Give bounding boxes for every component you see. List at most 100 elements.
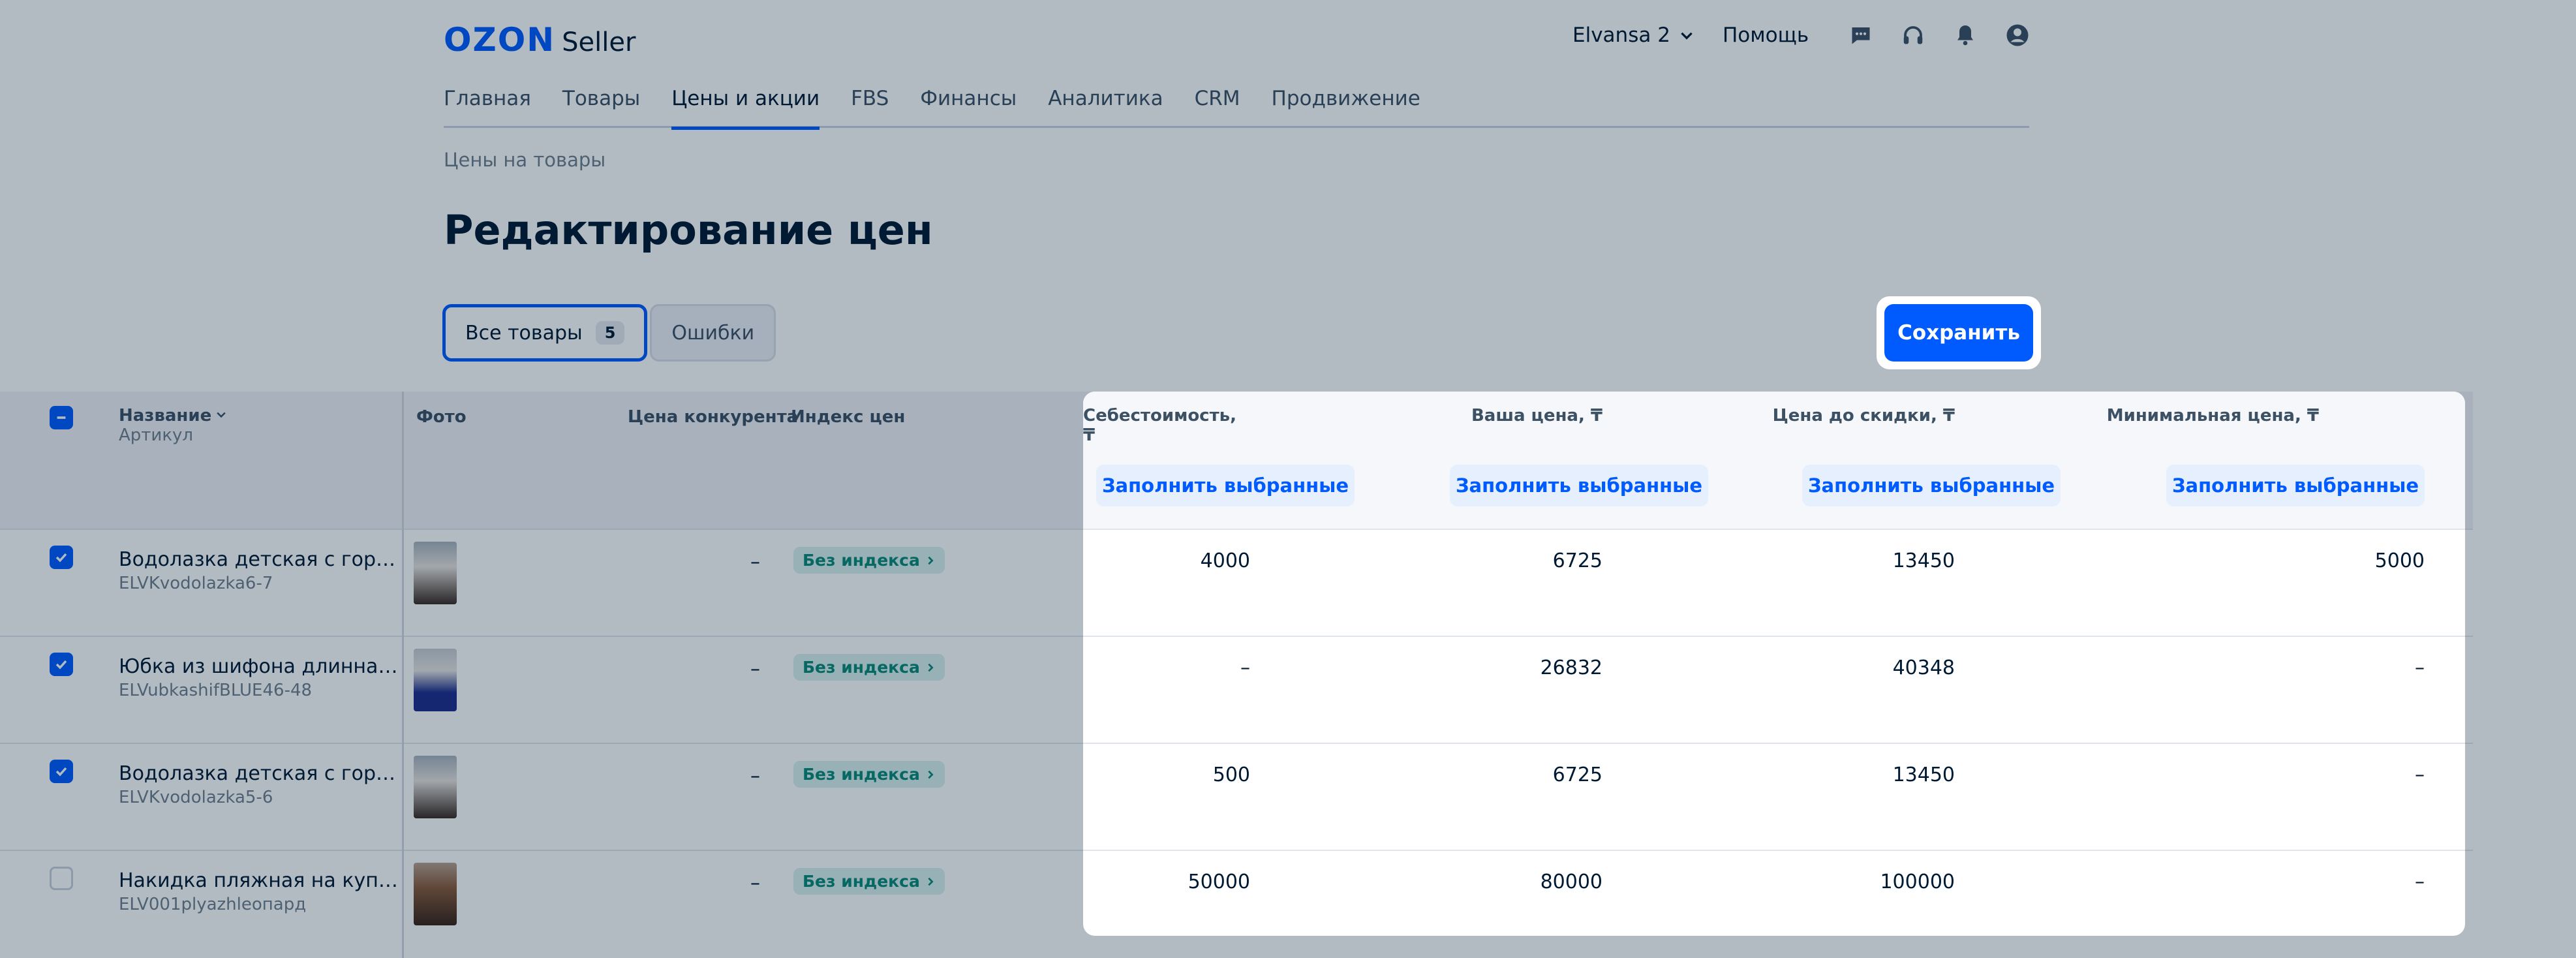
price-index-badge[interactable]: Без индекса <box>793 868 945 895</box>
before-discount-input[interactable]: 13450 <box>1893 764 1955 786</box>
price-row: 500 6725 13450 – <box>1083 744 2465 851</box>
top-header: OZON Seller Elvansa 2 Помощь <box>444 16 2032 59</box>
price-row: 50000 80000 100000 – <box>1083 851 2465 936</box>
price-row: 4000 6725 13450 5000 <box>1083 530 2465 637</box>
price-row: – 26832 40348 – <box>1083 637 2465 744</box>
product-sku: ELVubkashifBLUE46-48 <box>119 681 313 700</box>
product-photo[interactable] <box>414 756 457 818</box>
bell-icon[interactable] <box>1951 21 1980 50</box>
min-price-input[interactable]: – <box>2415 764 2425 786</box>
nav-item-fbs[interactable]: FBS <box>851 84 889 128</box>
sticky-column-divider <box>402 392 404 958</box>
filter-tabs: Все товары 5 Ошибки <box>442 304 776 362</box>
before-discount-header: Цена до скидки, ₸ <box>1772 406 1955 425</box>
row-checkbox[interactable] <box>50 653 73 676</box>
your-price-input[interactable]: 26832 <box>1541 657 1602 679</box>
product-sku: ELV001plyazhleопард <box>119 895 307 914</box>
price-index-badge[interactable]: Без индекса <box>793 761 945 788</box>
nav-item-promotion[interactable]: Продвижение <box>1272 84 1420 128</box>
main-nav: Главная Товары Цены и акции FBS Финансы … <box>444 84 2029 130</box>
chat-icon[interactable] <box>1847 21 1875 50</box>
ozon-seller-logo[interactable]: OZON Seller <box>444 21 636 59</box>
product-photo[interactable] <box>414 542 457 604</box>
save-button[interactable]: Сохранить <box>1884 304 2033 362</box>
price-index-badge[interactable]: Без индекса <box>793 654 945 681</box>
sku-header-label: Артикул <box>119 425 194 445</box>
product-sku: ELVKvodolazka6-7 <box>119 574 273 593</box>
product-name[interactable]: Водолазка детская с горлом <box>119 762 399 785</box>
nav-item-analytics[interactable]: Аналитика <box>1048 84 1163 128</box>
name-column-header[interactable]: Название Артикул <box>119 406 228 445</box>
row-checkbox[interactable] <box>50 546 73 569</box>
min-price-header: Минимальная цена, ₸ <box>2106 406 2319 425</box>
before-discount-input[interactable]: 100000 <box>1880 871 1955 893</box>
filter-all-count: 5 <box>595 321 625 345</box>
account-switcher[interactable]: Elvansa 2 <box>1572 23 1695 47</box>
cost-input[interactable]: 50000 <box>1188 871 1250 893</box>
nav-item-crm[interactable]: CRM <box>1195 84 1240 128</box>
your-price-input[interactable]: 80000 <box>1541 871 1602 893</box>
fill-selected-min-price-button[interactable]: Заполнить выбранные <box>2166 465 2425 506</box>
min-price-input[interactable]: – <box>2415 657 2425 679</box>
logo-ozon-text: OZON <box>444 21 556 59</box>
min-price-input[interactable]: – <box>2415 871 2425 893</box>
nav-item-home[interactable]: Главная <box>444 84 531 128</box>
row-checkbox[interactable] <box>50 760 73 783</box>
help-link[interactable]: Помощь <box>1723 23 1809 47</box>
your-price-input[interactable]: 6725 <box>1553 764 1602 786</box>
your-price-header: Ваша цена, ₸ <box>1471 406 1602 425</box>
your-price-input[interactable]: 6725 <box>1553 549 1602 572</box>
name-header-label: Название <box>119 406 212 425</box>
competitor-price: – <box>750 872 760 895</box>
breadcrumb[interactable]: Цены на товары <box>444 149 606 171</box>
fill-selected-price-button[interactable]: Заполнить выбранные <box>1450 465 1708 506</box>
competitor-price: – <box>750 765 760 788</box>
fill-selected-cost-button[interactable]: Заполнить выбранные <box>1096 465 1355 506</box>
competitor-price-header: Цена конкурента <box>628 407 799 427</box>
filter-all-label: Все товары <box>465 321 583 345</box>
chevron-right-icon <box>928 663 934 672</box>
price-index-badge[interactable]: Без индекса <box>793 547 945 574</box>
cost-input[interactable]: 500 <box>1213 764 1250 786</box>
chevron-right-icon <box>928 877 934 886</box>
before-discount-input[interactable]: 13450 <box>1893 549 1955 572</box>
headset-icon[interactable] <box>1899 21 1927 50</box>
price-index-header: Индекс цен <box>791 407 906 427</box>
product-sku: ELVKvodolazka5-6 <box>119 788 273 807</box>
row-checkbox[interactable] <box>50 867 73 890</box>
chevron-down-icon <box>217 412 226 418</box>
price-index-label: Без индекса <box>803 765 920 784</box>
filter-all-products[interactable]: Все товары 5 <box>442 304 648 362</box>
cost-input[interactable]: 4000 <box>1201 549 1250 572</box>
logo-seller-text: Seller <box>562 27 636 57</box>
product-name[interactable]: Накидка пляжная на купал... <box>119 869 399 892</box>
photo-header: Фото <box>416 407 467 427</box>
product-photo[interactable] <box>414 649 457 711</box>
chevron-right-icon <box>928 556 934 564</box>
product-name[interactable]: Юбка из шифона длинная с... <box>119 655 399 678</box>
product-name[interactable]: Водолазка детская с горлом <box>119 548 399 571</box>
price-index-label: Без индекса <box>803 551 920 570</box>
competitor-price: – <box>750 551 760 574</box>
filter-errors[interactable]: Ошибки <box>650 304 776 362</box>
nav-item-products[interactable]: Товары <box>562 84 640 128</box>
fill-selected-before-discount-button[interactable]: Заполнить выбранные <box>1802 465 2061 506</box>
before-discount-input[interactable]: 40348 <box>1893 657 1955 679</box>
page-title: Редактирование цен <box>444 206 933 254</box>
editable-price-columns-spotlight: Себестоимость, ₸ Ваша цена, ₸ Цена до ск… <box>1083 392 2465 936</box>
account-name: Elvansa 2 <box>1572 23 1670 47</box>
price-index-label: Без индекса <box>803 658 920 677</box>
select-all-checkbox[interactable] <box>50 406 73 429</box>
cost-header: Себестоимость, ₸ <box>1083 406 1236 445</box>
cost-input[interactable]: – <box>1240 657 1250 679</box>
price-columns-header: Себестоимость, ₸ Ваша цена, ₸ Цена до ск… <box>1083 392 2465 530</box>
product-photo[interactable] <box>414 863 457 925</box>
save-button-spotlight: Сохранить <box>1877 296 2041 369</box>
price-index-label: Без индекса <box>803 872 920 891</box>
nav-item-prices[interactable]: Цены и акции <box>671 84 820 130</box>
competitor-price: – <box>750 658 760 681</box>
chevron-down-icon <box>1681 32 1693 40</box>
nav-item-finance[interactable]: Финансы <box>920 84 1017 128</box>
profile-icon[interactable] <box>2003 21 2032 50</box>
min-price-input[interactable]: 5000 <box>2375 549 2425 572</box>
